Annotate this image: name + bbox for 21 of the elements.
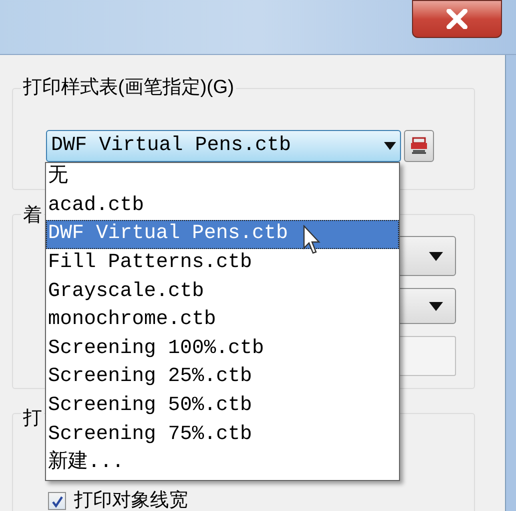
dropdown-arrow-icon (429, 252, 443, 260)
checkbox[interactable] (48, 492, 66, 510)
dropdown-option[interactable]: Grayscale.ctb (46, 277, 399, 306)
dropdown-option[interactable]: monochrome.ctb (46, 306, 399, 335)
dropdown-option[interactable]: Screening 75%.ctb (46, 420, 399, 449)
dropdown-arrow-icon (429, 302, 443, 310)
dropdown-option[interactable]: acad.ctb (46, 192, 399, 220)
close-button[interactable] (412, 0, 502, 38)
dropdown-option[interactable]: 新建... (46, 448, 399, 478)
dropdown-arrow-icon (384, 142, 396, 150)
cursor-icon (303, 225, 323, 256)
close-icon (446, 9, 468, 29)
style-dropdown[interactable]: DWF Virtual Pens.ctb (46, 130, 401, 162)
dropdown-option[interactable]: Screening 50%.ctb (46, 392, 399, 420)
dropdown-option[interactable]: Screening 100%.ctb (46, 334, 399, 364)
dropdown-option[interactable]: Screening 25%.ctb (46, 363, 399, 392)
edit-style-button[interactable] (404, 130, 434, 162)
checkbox-label: 打印对象线宽 (74, 489, 188, 511)
dropdown-option[interactable]: 无 (46, 163, 399, 192)
printer-icon (410, 137, 428, 155)
dropdown-option[interactable]: Fill Patterns.ctb (46, 248, 399, 278)
